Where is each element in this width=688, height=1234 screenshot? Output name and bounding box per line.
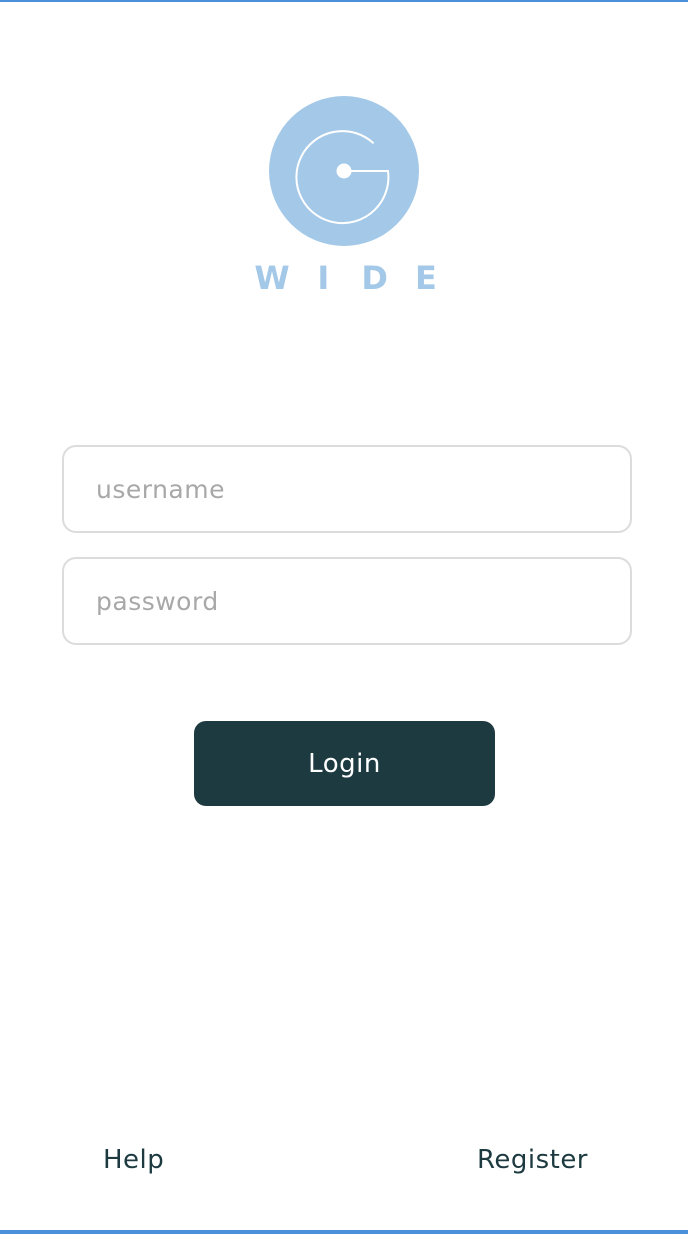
password-input[interactable] (62, 557, 632, 645)
username-input[interactable] (62, 445, 632, 533)
g-circle-logo-icon (269, 96, 419, 246)
logo-wordmark: W I D E (254, 258, 444, 298)
logo-letter: I (317, 259, 330, 297)
top-accent-border (0, 0, 688, 2)
logo-letter: E (415, 259, 437, 297)
logo-letter: W (254, 259, 290, 297)
login-button[interactable]: Login (194, 721, 495, 806)
logo-letter: D (361, 259, 388, 297)
help-link[interactable]: Help (103, 1142, 164, 1178)
register-link[interactable]: Register (477, 1142, 588, 1178)
bottom-accent-border (0, 1230, 688, 1234)
